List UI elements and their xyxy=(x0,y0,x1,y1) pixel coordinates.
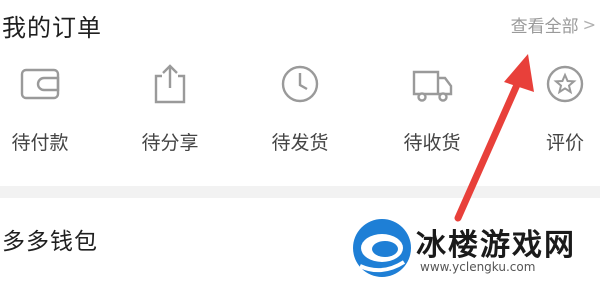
orders-header: 我的订单 查看全部 > xyxy=(0,0,600,56)
watermark-logo-icon xyxy=(353,219,411,277)
watermark-text: 冰楼游戏网 xyxy=(416,228,576,263)
truck-icon xyxy=(412,70,453,102)
wallet-title: 多多钱包 xyxy=(2,229,98,255)
orders-title: 我的订单 xyxy=(2,14,102,42)
share-icon xyxy=(154,64,186,104)
view-all-label: 查看全部 xyxy=(510,17,579,37)
status-label-review: 评价 xyxy=(545,132,584,154)
section-divider xyxy=(0,186,600,198)
status-label-pending-shipment: 待发货 xyxy=(271,132,329,154)
status-pending-payment[interactable]: 待付款 xyxy=(0,62,95,155)
status-pending-shipment[interactable]: 待发货 xyxy=(245,62,355,155)
status-label-pending-receipt: 待收货 xyxy=(403,132,461,154)
wallet-icon xyxy=(20,68,60,100)
view-all-link[interactable]: 查看全部 > xyxy=(511,12,596,37)
chevron-right-icon: > xyxy=(582,15,596,34)
order-status-row: 待付款 待分享 待发货 待收货 评价 xyxy=(0,62,600,172)
watermark: 冰楼游戏网 www.yclengku.com xyxy=(348,214,600,283)
status-pending-receipt[interactable]: 待收货 xyxy=(377,62,487,155)
review-star-icon xyxy=(546,65,584,103)
clock-icon xyxy=(281,65,319,103)
status-pending-share[interactable]: 待分享 xyxy=(115,62,225,155)
status-review[interactable]: 评价 xyxy=(510,62,600,155)
watermark-url: www.yclengku.com xyxy=(420,260,536,274)
status-label-pending-share: 待分享 xyxy=(141,132,199,154)
status-label-pending-payment: 待付款 xyxy=(11,132,69,154)
